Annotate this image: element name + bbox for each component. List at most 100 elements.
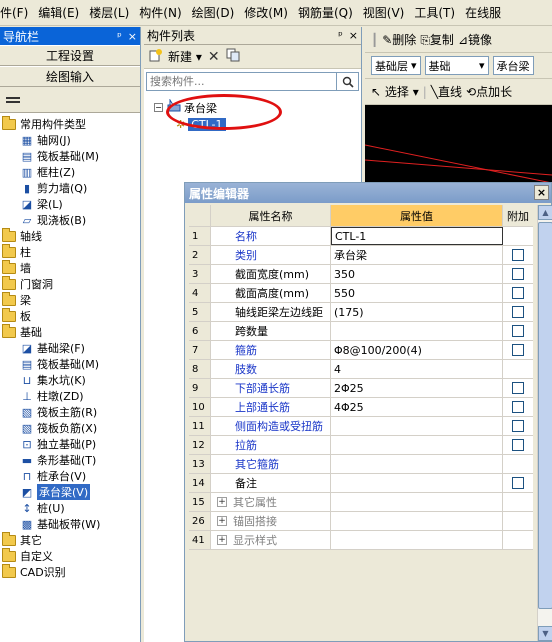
collapse-toggle-icon[interactable]: − bbox=[154, 103, 163, 112]
tree-item[interactable]: ⊔ 集水坑(K) bbox=[0, 372, 140, 388]
extra-checkbox[interactable] bbox=[512, 420, 524, 432]
tree-item[interactable]: ▧ 筏板主筋(R) bbox=[0, 404, 140, 420]
project-settings-button[interactable]: 工程设置 bbox=[0, 45, 140, 66]
property-value[interactable] bbox=[331, 322, 503, 340]
property-row[interactable]: 11 侧面构造或受扭筋 bbox=[189, 417, 533, 436]
menu-item[interactable]: 视图(V) bbox=[358, 4, 410, 21]
property-value[interactable]: 承台梁 bbox=[331, 246, 503, 264]
menu-item[interactable]: 楼层(L) bbox=[84, 4, 134, 21]
extra-checkbox[interactable] bbox=[512, 477, 524, 489]
point-extend-button[interactable]: ⟲点加长 bbox=[466, 83, 512, 100]
property-value[interactable]: 4 bbox=[331, 360, 503, 378]
tree-item[interactable]: ◪ 梁(L) bbox=[0, 196, 140, 212]
property-row[interactable]: 13 其它箍筋 bbox=[189, 455, 533, 474]
extra-checkbox[interactable] bbox=[512, 287, 524, 299]
tree-folder[interactable]: 基础 bbox=[0, 323, 140, 340]
tree-item[interactable]: ⊓ 桩承台(V) bbox=[0, 468, 140, 484]
expand-icon[interactable]: + bbox=[217, 497, 227, 507]
scroll-up-arrow-icon[interactable]: ▲ bbox=[538, 205, 552, 220]
property-row[interactable]: 14 备注 bbox=[189, 474, 533, 493]
menu-item[interactable]: 在线服 bbox=[460, 4, 506, 21]
property-row[interactable]: 6 跨数量 bbox=[189, 322, 533, 341]
property-value[interactable]: (175) bbox=[331, 303, 503, 321]
pin-icon[interactable]: ᵖ bbox=[338, 29, 343, 42]
tree-item[interactable]: ▤ 筏板基础(M) bbox=[0, 148, 140, 164]
menu-item[interactable]: 钢筋量(Q) bbox=[293, 4, 358, 21]
property-value[interactable]: Φ8@100/200(4) bbox=[331, 341, 503, 359]
extra-checkbox[interactable] bbox=[512, 306, 524, 318]
tree-folder[interactable]: 自定义 bbox=[0, 547, 140, 564]
property-value[interactable]: 350 bbox=[331, 265, 503, 283]
new-button[interactable]: 新建 ▾ bbox=[168, 48, 202, 65]
property-row[interactable]: 10 上部通长筋 4Φ25 bbox=[189, 398, 533, 417]
menu-item[interactable]: 工具(T) bbox=[409, 4, 460, 21]
extra-checkbox[interactable] bbox=[512, 268, 524, 280]
category-select[interactable]: 基础 ▾ bbox=[424, 56, 489, 75]
search-icon[interactable] bbox=[336, 73, 358, 90]
extra-checkbox[interactable] bbox=[512, 249, 524, 261]
close-icon[interactable]: × bbox=[128, 30, 137, 43]
tree-folder[interactable]: 梁 bbox=[0, 291, 140, 308]
menu-item[interactable]: 构件(N) bbox=[134, 4, 186, 21]
tree-folder[interactable]: 柱 bbox=[0, 243, 140, 260]
expand-icon[interactable]: + bbox=[217, 535, 227, 545]
property-row[interactable]: 1 名称 CTL-1 bbox=[189, 227, 533, 246]
scroll-down-arrow-icon[interactable]: ▼ bbox=[538, 626, 552, 641]
expand-icon[interactable]: + bbox=[217, 516, 227, 526]
tree-item[interactable]: ▥ 框柱(Z) bbox=[0, 164, 140, 180]
property-value[interactable] bbox=[331, 417, 503, 435]
tree-item[interactable]: ↕ 桩(U) bbox=[0, 500, 140, 516]
close-button[interactable]: × bbox=[534, 185, 549, 200]
tree-item[interactable]: ▮ 剪力墙(Q) bbox=[0, 180, 140, 196]
tree-folder[interactable]: 板 bbox=[0, 307, 140, 324]
search-input[interactable] bbox=[147, 73, 336, 90]
property-group-row[interactable]: 15 + 其它属性 bbox=[189, 493, 533, 512]
select-button[interactable]: ↖ 选择 ▾ bbox=[371, 83, 419, 100]
property-row[interactable]: 12 拉筋 bbox=[189, 436, 533, 455]
extra-checkbox[interactable] bbox=[512, 344, 524, 356]
property-group-row[interactable]: 41 + 显示样式 bbox=[189, 531, 533, 550]
nav-collapse-bar[interactable] bbox=[0, 87, 140, 113]
property-group-row[interactable]: 26 + 锚固搭接 bbox=[189, 512, 533, 531]
tree-item[interactable]: ▩ 基础板带(W) bbox=[0, 516, 140, 532]
drawing-input-button[interactable]: 绘图输入 bbox=[0, 66, 140, 87]
tree-item[interactable]: ▬ 条形基础(T) bbox=[0, 452, 140, 468]
property-row[interactable]: 9 下部通长筋 2Φ25 bbox=[189, 379, 533, 398]
extra-checkbox[interactable] bbox=[512, 439, 524, 451]
menu-item[interactable]: 绘图(D) bbox=[187, 4, 240, 21]
property-value[interactable]: 4Φ25 bbox=[331, 398, 503, 416]
tree-item[interactable]: ⊥ 柱墩(ZD) bbox=[0, 388, 140, 404]
mirror-button[interactable]: ⊿镜像 bbox=[458, 31, 492, 48]
menu-item[interactable]: 修改(M) bbox=[239, 4, 293, 21]
property-value[interactable] bbox=[331, 436, 503, 454]
property-row[interactable]: 2 类别 承台梁 bbox=[189, 246, 533, 265]
close-icon[interactable]: × bbox=[349, 29, 358, 42]
component-type-select[interactable]: 承台梁 bbox=[492, 56, 534, 75]
tree-folder[interactable]: 常用构件类型 bbox=[0, 115, 140, 132]
copy-icon[interactable] bbox=[226, 48, 240, 65]
tree-folder[interactable]: 轴线 bbox=[0, 227, 140, 244]
tree-item[interactable]: ◩ 承台梁(V) bbox=[0, 484, 140, 500]
property-value[interactable]: CTL-1 bbox=[331, 227, 503, 245]
pin-icon[interactable]: ᵖ bbox=[117, 30, 122, 43]
tree-item[interactable]: ▧ 筏板负筋(X) bbox=[0, 420, 140, 436]
tree-item[interactable]: ▤ 筏板基础(M) bbox=[0, 356, 140, 372]
delete-button[interactable]: ✎删除 bbox=[382, 31, 416, 48]
copy-button[interactable]: ⎘复制 bbox=[420, 31, 454, 48]
property-value[interactable]: 550 bbox=[331, 284, 503, 302]
property-row[interactable]: 3 截面宽度(mm) 350 bbox=[189, 265, 533, 284]
property-row[interactable]: 7 箍筋 Φ8@100/200(4) bbox=[189, 341, 533, 360]
scroll-thumb[interactable] bbox=[538, 222, 552, 609]
property-row[interactable]: 8 肢数 4 bbox=[189, 360, 533, 379]
property-editor-scrollbar[interactable]: ▲ ▼ bbox=[537, 205, 552, 641]
tree-folder[interactable]: 墙 bbox=[0, 259, 140, 276]
line-button[interactable]: ╲直线 bbox=[431, 83, 462, 100]
tree-item[interactable]: ▱ 现浇板(B) bbox=[0, 212, 140, 228]
property-value[interactable]: 2Φ25 bbox=[331, 379, 503, 397]
tree-folder[interactable]: 门窗洞 bbox=[0, 275, 140, 292]
property-editor-title-bar[interactable]: 属性编辑器 × bbox=[185, 183, 551, 203]
delete-icon[interactable]: ✕ bbox=[208, 49, 220, 65]
property-value[interactable] bbox=[331, 455, 503, 473]
property-row[interactable]: 5 轴线距梁左边线距 (175) bbox=[189, 303, 533, 322]
floor-select[interactable]: 基础层 ▾ bbox=[371, 56, 421, 75]
